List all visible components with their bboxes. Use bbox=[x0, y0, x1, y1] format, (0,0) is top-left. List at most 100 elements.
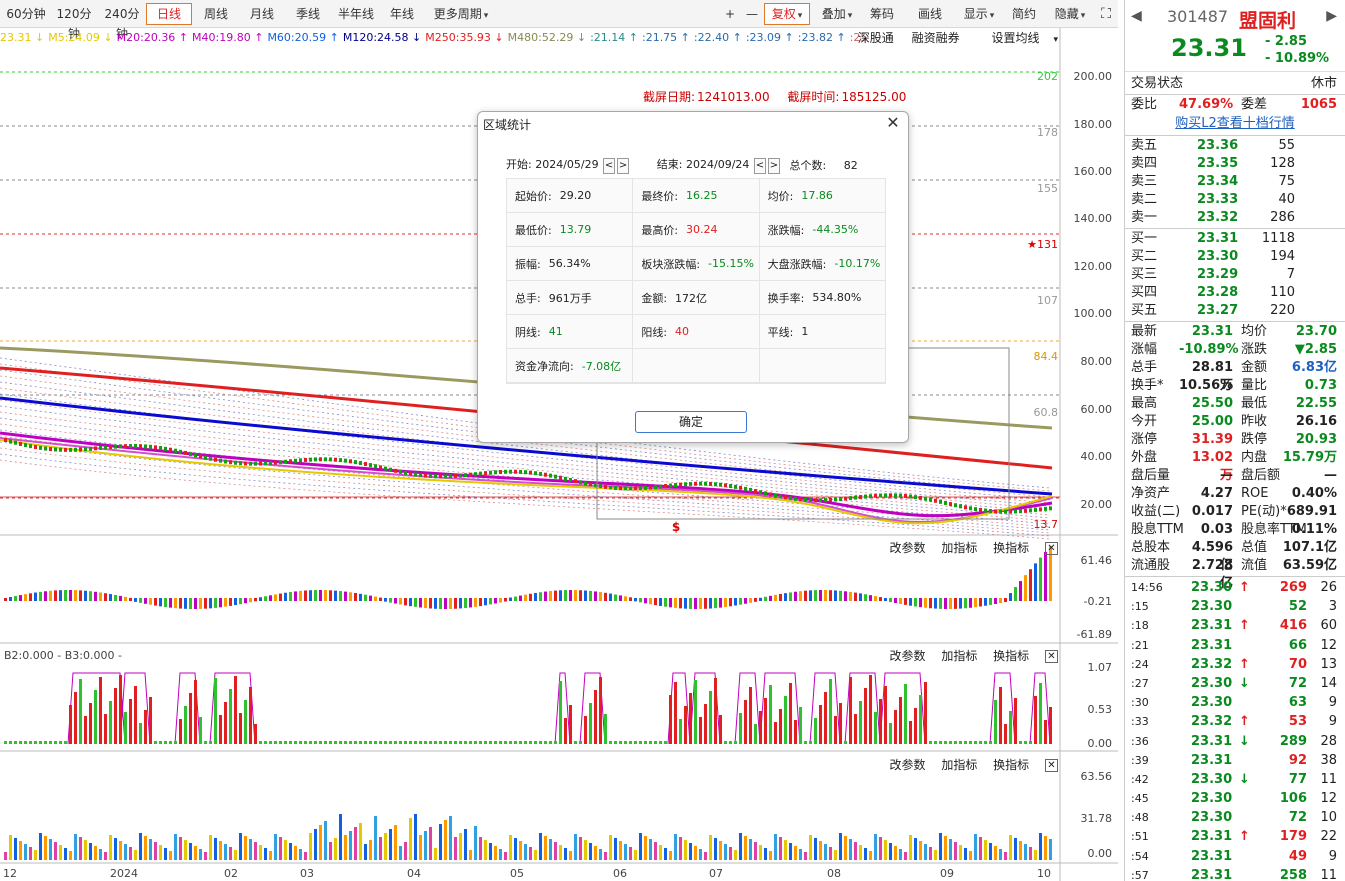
stat-row: 流通股 2.728亿 流值 63.59亿 bbox=[1125, 557, 1345, 591]
candle bbox=[204, 455, 207, 460]
ok-button[interactable]: 确定 bbox=[635, 411, 747, 433]
tick-row[interactable]: :54 23.31 49 9 bbox=[1125, 847, 1345, 866]
period-60min[interactable]: 60分钟 bbox=[4, 3, 48, 25]
tick-row[interactable]: :27 23.30 ↓ 72 14 bbox=[1125, 674, 1345, 693]
candle bbox=[944, 500, 947, 505]
overlay-dropdown[interactable]: 叠加 ▾ bbox=[814, 3, 860, 25]
hide-dropdown[interactable]: 隐藏 ▾ bbox=[1048, 3, 1092, 25]
period-weekly[interactable]: 周线 bbox=[194, 3, 238, 25]
candle bbox=[279, 460, 282, 465]
volume-bar bbox=[669, 851, 672, 860]
order-diff-value: 1065 bbox=[1300, 97, 1337, 112]
start-next-button[interactable]: > bbox=[617, 158, 630, 174]
display-dropdown[interactable]: 显示 ▾ bbox=[956, 3, 1002, 25]
close-icon[interactable]: ✕ bbox=[1045, 542, 1058, 555]
close-icon[interactable]: ✕ bbox=[1045, 759, 1058, 772]
candle bbox=[389, 467, 392, 472]
signal-bar bbox=[634, 741, 637, 744]
tick-count: 22 bbox=[1320, 829, 1337, 845]
period-120min[interactable]: 120分钟 bbox=[50, 3, 98, 41]
tick-price: 23.30 bbox=[1191, 599, 1233, 615]
indicator-bar bbox=[739, 598, 742, 605]
fullscreen-icon[interactable]: ⛶ bbox=[1096, 3, 1116, 25]
close-icon[interactable]: ✕ bbox=[884, 114, 902, 132]
zoom-in-button[interactable]: + bbox=[720, 3, 740, 25]
simple-button[interactable]: 简约 bbox=[1004, 3, 1044, 25]
period-240min[interactable]: 240分钟 bbox=[98, 3, 146, 41]
next-stock-icon[interactable]: ▶ bbox=[1326, 8, 1337, 24]
indicator-bar bbox=[454, 598, 457, 609]
end-prev-button[interactable]: < bbox=[753, 158, 766, 174]
tick-row[interactable]: 14:56 23.30 ↑ 269 26 bbox=[1125, 578, 1345, 597]
signal-bar bbox=[204, 741, 207, 744]
signal-bar bbox=[849, 677, 852, 744]
tick-list[interactable]: 14:56 23.30 ↑ 269 26:15 23.30 52 3:18 23.31 ↑ 416 6… bbox=[1125, 578, 1345, 881]
margin-trading-button[interactable]: 融资融券 bbox=[912, 31, 960, 45]
start-prev-button[interactable]: < bbox=[603, 158, 616, 174]
tick-row[interactable]: :57 23.31 258 11 bbox=[1125, 866, 1345, 881]
prev-stock-icon[interactable]: ◀ bbox=[1131, 8, 1142, 24]
candle bbox=[449, 474, 452, 479]
close-icon[interactable]: ✕ bbox=[1045, 650, 1058, 663]
tick-row[interactable]: :21 23.31 66 12 bbox=[1125, 636, 1345, 655]
volume-bar bbox=[114, 838, 117, 860]
candle bbox=[174, 448, 177, 453]
end-next-button[interactable]: > bbox=[767, 158, 780, 174]
candle bbox=[829, 497, 832, 502]
tick-row[interactable]: :48 23.30 72 10 bbox=[1125, 808, 1345, 827]
candle bbox=[819, 498, 822, 503]
candle bbox=[694, 481, 697, 486]
volume-bar bbox=[994, 846, 997, 860]
period-daily[interactable]: 日线 bbox=[146, 3, 192, 25]
indicator-bar bbox=[954, 598, 957, 609]
tick-row[interactable]: :24 23.32 ↑ 70 13 bbox=[1125, 655, 1345, 674]
edit-params-button[interactable]: 改参数 bbox=[889, 758, 925, 772]
edit-params-button[interactable]: 改参数 bbox=[889, 649, 925, 663]
tick-row[interactable]: :39 23.31 92 38 bbox=[1125, 751, 1345, 770]
candle bbox=[414, 472, 417, 477]
more-periods-dropdown[interactable]: 更多周期 ▾ bbox=[426, 3, 496, 25]
tick-row[interactable]: :18 23.31 ↑ 416 60 bbox=[1125, 616, 1345, 635]
add-indicator-button[interactable]: 加指标 bbox=[941, 758, 977, 772]
zoom-out-button[interactable]: — bbox=[742, 3, 762, 25]
tick-row[interactable]: :30 23.30 63 9 bbox=[1125, 693, 1345, 712]
volume-bar bbox=[449, 816, 452, 860]
draw-button[interactable]: 画线 bbox=[910, 3, 950, 25]
add-indicator-button[interactable]: 加指标 bbox=[941, 649, 977, 663]
stat-value: 25.00 bbox=[1191, 414, 1233, 429]
signal-bar bbox=[499, 741, 502, 744]
signal-bar bbox=[979, 741, 982, 744]
candle bbox=[259, 461, 262, 466]
indicator-bar bbox=[589, 590, 592, 601]
period-quarterly[interactable]: 季线 bbox=[286, 3, 330, 25]
tick-row[interactable]: :36 23.31 ↓ 289 28 bbox=[1125, 732, 1345, 751]
tick-row[interactable]: :42 23.30 ↓ 77 11 bbox=[1125, 770, 1345, 789]
period-monthly[interactable]: 月线 bbox=[240, 3, 284, 25]
volume-bar bbox=[839, 833, 842, 860]
indicator-bar bbox=[914, 598, 917, 607]
add-indicator-button[interactable]: 加指标 bbox=[941, 541, 977, 555]
buy-l2-link[interactable]: 购买L2查看十档行情 bbox=[1125, 114, 1345, 134]
period-yearly[interactable]: 年线 bbox=[382, 3, 422, 25]
indicator-bar bbox=[514, 596, 517, 601]
hk-connect-button[interactable]: 深股通 bbox=[858, 31, 894, 45]
signal-bar bbox=[794, 720, 797, 744]
volume-bar bbox=[954, 842, 957, 860]
tick-row[interactable]: :51 23.31 ↑ 179 22 bbox=[1125, 827, 1345, 846]
chips-button[interactable]: 筹码 bbox=[862, 3, 902, 25]
switch-indicator-button[interactable]: 换指标 bbox=[993, 541, 1029, 555]
switch-indicator-button[interactable]: 换指标 bbox=[993, 758, 1029, 772]
candle bbox=[979, 507, 982, 512]
switch-indicator-button[interactable]: 换指标 bbox=[993, 649, 1029, 663]
set-ma-dropdown[interactable]: 设置均线 ▾ bbox=[977, 31, 1058, 45]
candle bbox=[714, 482, 717, 487]
period-halfyear[interactable]: 半年线 bbox=[332, 3, 380, 25]
signal-bar bbox=[79, 679, 82, 744]
tick-row[interactable]: :33 23.32 ↑ 53 9 bbox=[1125, 712, 1345, 731]
adjust-dropdown[interactable]: 复权 ▾ bbox=[764, 3, 810, 25]
tick-row[interactable]: :45 23.30 106 12 bbox=[1125, 789, 1345, 808]
volume-bar bbox=[1034, 850, 1037, 860]
volume-bar bbox=[339, 814, 342, 860]
tick-row[interactable]: :15 23.30 52 3 bbox=[1125, 597, 1345, 616]
edit-params-button[interactable]: 改参数 bbox=[889, 541, 925, 555]
